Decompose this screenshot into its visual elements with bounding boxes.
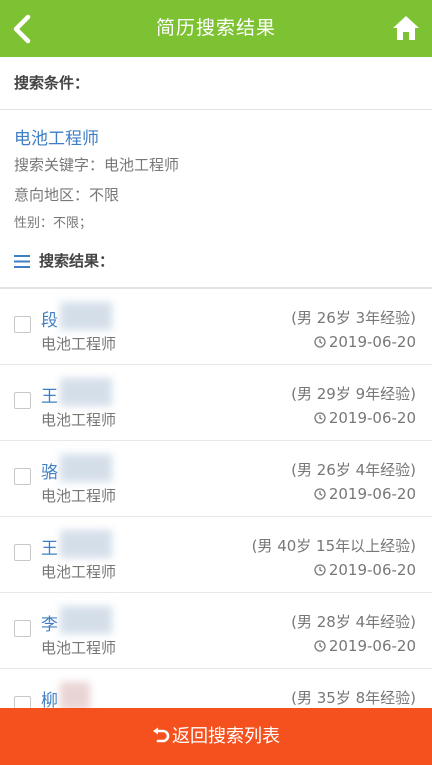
list-item[interactable]: 骆 电池工程师 (男 26岁 4年经验) 2019-06-20 <box>0 441 432 517</box>
candidate-meta: (男 35岁 8年经验) <box>291 689 416 707</box>
criteria-panel: 电池工程师 搜索关键字：电池工程师 意向地区：不限 性别：不限； 搜索结果： <box>0 110 432 288</box>
candidate-meta: (男 26岁 3年经验) <box>291 309 416 327</box>
date-text: 2019-06-20 <box>328 333 416 351</box>
criteria-job-title: 电池工程师 <box>14 129 99 149</box>
home-icon <box>393 16 419 40</box>
candidate-position: 电池工程师 <box>41 563 117 581</box>
redacted-name-blur <box>60 530 112 558</box>
redacted-name-blur <box>60 378 112 406</box>
select-checkbox[interactable] <box>14 392 31 409</box>
date-text: 2019-06-20 <box>328 561 416 579</box>
date-text: 2019-06-20 <box>328 409 416 427</box>
candidate-name[interactable]: 李 <box>41 610 58 635</box>
back-to-list-label: 返回搜索列表 <box>172 726 280 747</box>
clock-icon <box>314 640 326 652</box>
criteria-keyword: 搜索关键字：电池工程师 <box>14 156 180 174</box>
select-checkbox[interactable] <box>14 468 31 485</box>
date-text: 2019-06-20 <box>328 637 416 655</box>
back-to-list-button[interactable]: 返回搜索列表 <box>0 708 432 765</box>
candidate-position: 电池工程师 <box>41 335 117 353</box>
update-date: 2019-06-20 <box>314 409 416 427</box>
list-item[interactable]: 王 电池工程师 (男 40岁 15年以上经验) 2019-06-20 <box>0 517 432 593</box>
update-date: 2019-06-20 <box>314 485 416 503</box>
candidate-name[interactable]: 段 <box>41 306 58 331</box>
select-checkbox[interactable] <box>14 620 31 637</box>
criteria-region: 意向地区：不限 <box>14 186 120 204</box>
select-checkbox[interactable] <box>14 316 31 333</box>
page-title: 简历搜索结果 <box>155 17 276 39</box>
update-date: 2019-06-20 <box>314 561 416 579</box>
results-list: 段 电池工程师 (男 26岁 3年经验) 2019-06-20 王 电池工程师 … <box>0 289 432 745</box>
clock-icon <box>314 336 326 348</box>
candidate-meta: (男 26岁 4年经验) <box>291 461 416 479</box>
candidate-position: 电池工程师 <box>41 487 117 505</box>
list-item[interactable]: 李 电池工程师 (男 28岁 4年经验) 2019-06-20 <box>0 593 432 669</box>
list-item[interactable]: 王 电池工程师 (男 29岁 9年经验) 2019-06-20 <box>0 365 432 441</box>
list-icon <box>14 255 30 268</box>
redacted-name-blur <box>60 302 112 330</box>
app-header: 简历搜索结果 <box>0 0 432 57</box>
undo-arrow-icon <box>153 727 170 743</box>
results-heading: 搜索结果： <box>39 252 115 270</box>
clock-icon <box>314 412 326 424</box>
candidate-position: 电池工程师 <box>41 639 117 657</box>
update-date: 2019-06-20 <box>314 637 416 655</box>
redacted-name-blur <box>60 454 112 482</box>
home-button[interactable] <box>392 15 420 41</box>
redacted-name-blur <box>60 682 90 710</box>
candidate-name[interactable]: 骆 <box>41 458 58 483</box>
update-date: 2019-06-20 <box>314 333 416 351</box>
candidate-meta: (男 29岁 9年经验) <box>291 385 416 403</box>
candidate-meta: (男 28岁 4年经验) <box>291 613 416 631</box>
clock-icon <box>314 488 326 500</box>
candidate-name[interactable]: 王 <box>41 382 58 407</box>
list-item[interactable]: 段 电池工程师 (男 26岁 3年经验) 2019-06-20 <box>0 289 432 365</box>
candidate-name[interactable]: 王 <box>41 534 58 559</box>
candidate-meta: (男 40岁 15年以上经验) <box>251 537 416 555</box>
clock-icon <box>314 564 326 576</box>
criteria-header: 搜索条件： <box>0 57 432 110</box>
date-text: 2019-06-20 <box>328 485 416 503</box>
criteria-heading: 搜索条件： <box>14 74 90 92</box>
select-checkbox[interactable] <box>14 544 31 561</box>
criteria-gender: 性别：不限； <box>14 216 93 231</box>
candidate-position: 电池工程师 <box>41 411 117 429</box>
redacted-name-blur <box>60 606 112 634</box>
